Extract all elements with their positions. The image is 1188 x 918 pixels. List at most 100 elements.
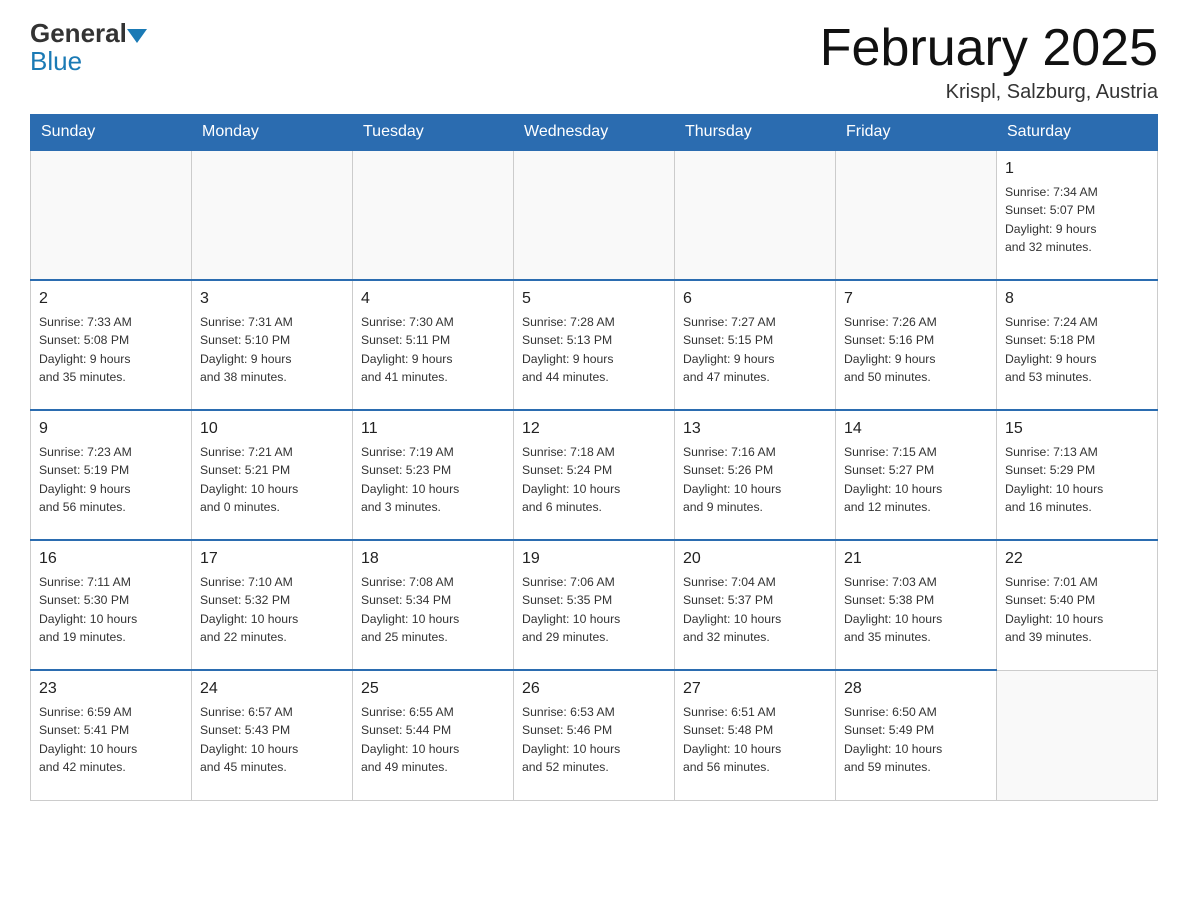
day-number: 14 [844,417,988,441]
calendar-title: February 2025 [820,20,1158,77]
day-number: 3 [200,287,344,311]
calendar-cell: 5Sunrise: 7:28 AM Sunset: 5:13 PM Daylig… [514,280,675,410]
day-number: 6 [683,287,827,311]
calendar-cell: 18Sunrise: 7:08 AM Sunset: 5:34 PM Dayli… [353,540,514,670]
calendar-cell: 1Sunrise: 7:34 AM Sunset: 5:07 PM Daylig… [997,150,1158,280]
day-number: 11 [361,417,505,441]
day-info: Sunrise: 7:34 AM Sunset: 5:07 PM Dayligh… [1005,183,1149,256]
day-info: Sunrise: 6:57 AM Sunset: 5:43 PM Dayligh… [200,703,344,776]
calendar-cell: 8Sunrise: 7:24 AM Sunset: 5:18 PM Daylig… [997,280,1158,410]
day-number: 4 [361,287,505,311]
day-info: Sunrise: 7:31 AM Sunset: 5:10 PM Dayligh… [200,313,344,386]
day-number: 26 [522,677,666,701]
calendar-cell: 12Sunrise: 7:18 AM Sunset: 5:24 PM Dayli… [514,410,675,540]
week-row-1: 1Sunrise: 7:34 AM Sunset: 5:07 PM Daylig… [31,150,1158,280]
calendar-cell: 25Sunrise: 6:55 AM Sunset: 5:44 PM Dayli… [353,670,514,800]
calendar-cell: 7Sunrise: 7:26 AM Sunset: 5:16 PM Daylig… [836,280,997,410]
day-info: Sunrise: 7:10 AM Sunset: 5:32 PM Dayligh… [200,573,344,646]
calendar-cell: 17Sunrise: 7:10 AM Sunset: 5:32 PM Dayli… [192,540,353,670]
weekday-header-row: SundayMondayTuesdayWednesdayThursdayFrid… [31,115,1158,151]
day-info: Sunrise: 7:11 AM Sunset: 5:30 PM Dayligh… [39,573,183,646]
day-number: 7 [844,287,988,311]
day-info: Sunrise: 7:33 AM Sunset: 5:08 PM Dayligh… [39,313,183,386]
calendar-cell: 15Sunrise: 7:13 AM Sunset: 5:29 PM Dayli… [997,410,1158,540]
calendar-cell [514,150,675,280]
day-number: 16 [39,547,183,571]
calendar-table: SundayMondayTuesdayWednesdayThursdayFrid… [30,114,1158,801]
day-info: Sunrise: 7:06 AM Sunset: 5:35 PM Dayligh… [522,573,666,646]
day-number: 27 [683,677,827,701]
day-info: Sunrise: 6:53 AM Sunset: 5:46 PM Dayligh… [522,703,666,776]
calendar-cell: 27Sunrise: 6:51 AM Sunset: 5:48 PM Dayli… [675,670,836,800]
day-info: Sunrise: 6:51 AM Sunset: 5:48 PM Dayligh… [683,703,827,776]
day-number: 22 [1005,547,1149,571]
day-info: Sunrise: 7:08 AM Sunset: 5:34 PM Dayligh… [361,573,505,646]
week-row-3: 9Sunrise: 7:23 AM Sunset: 5:19 PM Daylig… [31,410,1158,540]
day-number: 9 [39,417,183,441]
day-number: 20 [683,547,827,571]
day-number: 8 [1005,287,1149,311]
day-info: Sunrise: 7:15 AM Sunset: 5:27 PM Dayligh… [844,443,988,516]
calendar-cell: 21Sunrise: 7:03 AM Sunset: 5:38 PM Dayli… [836,540,997,670]
calendar-cell: 11Sunrise: 7:19 AM Sunset: 5:23 PM Dayli… [353,410,514,540]
day-number: 25 [361,677,505,701]
day-info: Sunrise: 7:19 AM Sunset: 5:23 PM Dayligh… [361,443,505,516]
day-info: Sunrise: 7:27 AM Sunset: 5:15 PM Dayligh… [683,313,827,386]
calendar-cell: 20Sunrise: 7:04 AM Sunset: 5:37 PM Dayli… [675,540,836,670]
day-number: 1 [1005,157,1149,181]
title-block: February 2025 Krispl, Salzburg, Austria [820,20,1158,104]
calendar-cell: 19Sunrise: 7:06 AM Sunset: 5:35 PM Dayli… [514,540,675,670]
calendar-subtitle: Krispl, Salzburg, Austria [820,81,1158,104]
day-info: Sunrise: 7:28 AM Sunset: 5:13 PM Dayligh… [522,313,666,386]
logo-blue-text: Blue [30,46,82,77]
weekday-header-thursday: Thursday [675,115,836,151]
day-info: Sunrise: 6:59 AM Sunset: 5:41 PM Dayligh… [39,703,183,776]
calendar-cell [31,150,192,280]
calendar-cell: 4Sunrise: 7:30 AM Sunset: 5:11 PM Daylig… [353,280,514,410]
calendar-cell [353,150,514,280]
calendar-cell: 26Sunrise: 6:53 AM Sunset: 5:46 PM Dayli… [514,670,675,800]
weekday-header-monday: Monday [192,115,353,151]
calendar-cell: 24Sunrise: 6:57 AM Sunset: 5:43 PM Dayli… [192,670,353,800]
calendar-cell: 23Sunrise: 6:59 AM Sunset: 5:41 PM Dayli… [31,670,192,800]
calendar-cell [836,150,997,280]
day-number: 24 [200,677,344,701]
weekday-header-sunday: Sunday [31,115,192,151]
calendar-cell [675,150,836,280]
calendar-cell: 10Sunrise: 7:21 AM Sunset: 5:21 PM Dayli… [192,410,353,540]
calendar-cell [997,670,1158,800]
day-info: Sunrise: 7:23 AM Sunset: 5:19 PM Dayligh… [39,443,183,516]
day-info: Sunrise: 6:55 AM Sunset: 5:44 PM Dayligh… [361,703,505,776]
logo-general-text: General [30,20,127,46]
calendar-cell: 3Sunrise: 7:31 AM Sunset: 5:10 PM Daylig… [192,280,353,410]
weekday-header-tuesday: Tuesday [353,115,514,151]
day-number: 13 [683,417,827,441]
week-row-2: 2Sunrise: 7:33 AM Sunset: 5:08 PM Daylig… [31,280,1158,410]
day-number: 2 [39,287,183,311]
calendar-cell [192,150,353,280]
calendar-cell: 6Sunrise: 7:27 AM Sunset: 5:15 PM Daylig… [675,280,836,410]
day-info: Sunrise: 7:03 AM Sunset: 5:38 PM Dayligh… [844,573,988,646]
day-info: Sunrise: 7:04 AM Sunset: 5:37 PM Dayligh… [683,573,827,646]
day-info: Sunrise: 7:01 AM Sunset: 5:40 PM Dayligh… [1005,573,1149,646]
week-row-4: 16Sunrise: 7:11 AM Sunset: 5:30 PM Dayli… [31,540,1158,670]
day-info: Sunrise: 7:16 AM Sunset: 5:26 PM Dayligh… [683,443,827,516]
weekday-header-saturday: Saturday [997,115,1158,151]
day-info: Sunrise: 7:13 AM Sunset: 5:29 PM Dayligh… [1005,443,1149,516]
page-header: General Blue February 2025 Krispl, Salzb… [30,20,1158,104]
calendar-cell: 9Sunrise: 7:23 AM Sunset: 5:19 PM Daylig… [31,410,192,540]
day-info: Sunrise: 6:50 AM Sunset: 5:49 PM Dayligh… [844,703,988,776]
calendar-cell: 2Sunrise: 7:33 AM Sunset: 5:08 PM Daylig… [31,280,192,410]
day-number: 23 [39,677,183,701]
day-number: 5 [522,287,666,311]
day-number: 15 [1005,417,1149,441]
week-row-5: 23Sunrise: 6:59 AM Sunset: 5:41 PM Dayli… [31,670,1158,800]
weekday-header-wednesday: Wednesday [514,115,675,151]
day-number: 12 [522,417,666,441]
day-number: 21 [844,547,988,571]
day-number: 18 [361,547,505,571]
calendar-cell: 28Sunrise: 6:50 AM Sunset: 5:49 PM Dayli… [836,670,997,800]
day-info: Sunrise: 7:24 AM Sunset: 5:18 PM Dayligh… [1005,313,1149,386]
weekday-header-friday: Friday [836,115,997,151]
day-info: Sunrise: 7:21 AM Sunset: 5:21 PM Dayligh… [200,443,344,516]
